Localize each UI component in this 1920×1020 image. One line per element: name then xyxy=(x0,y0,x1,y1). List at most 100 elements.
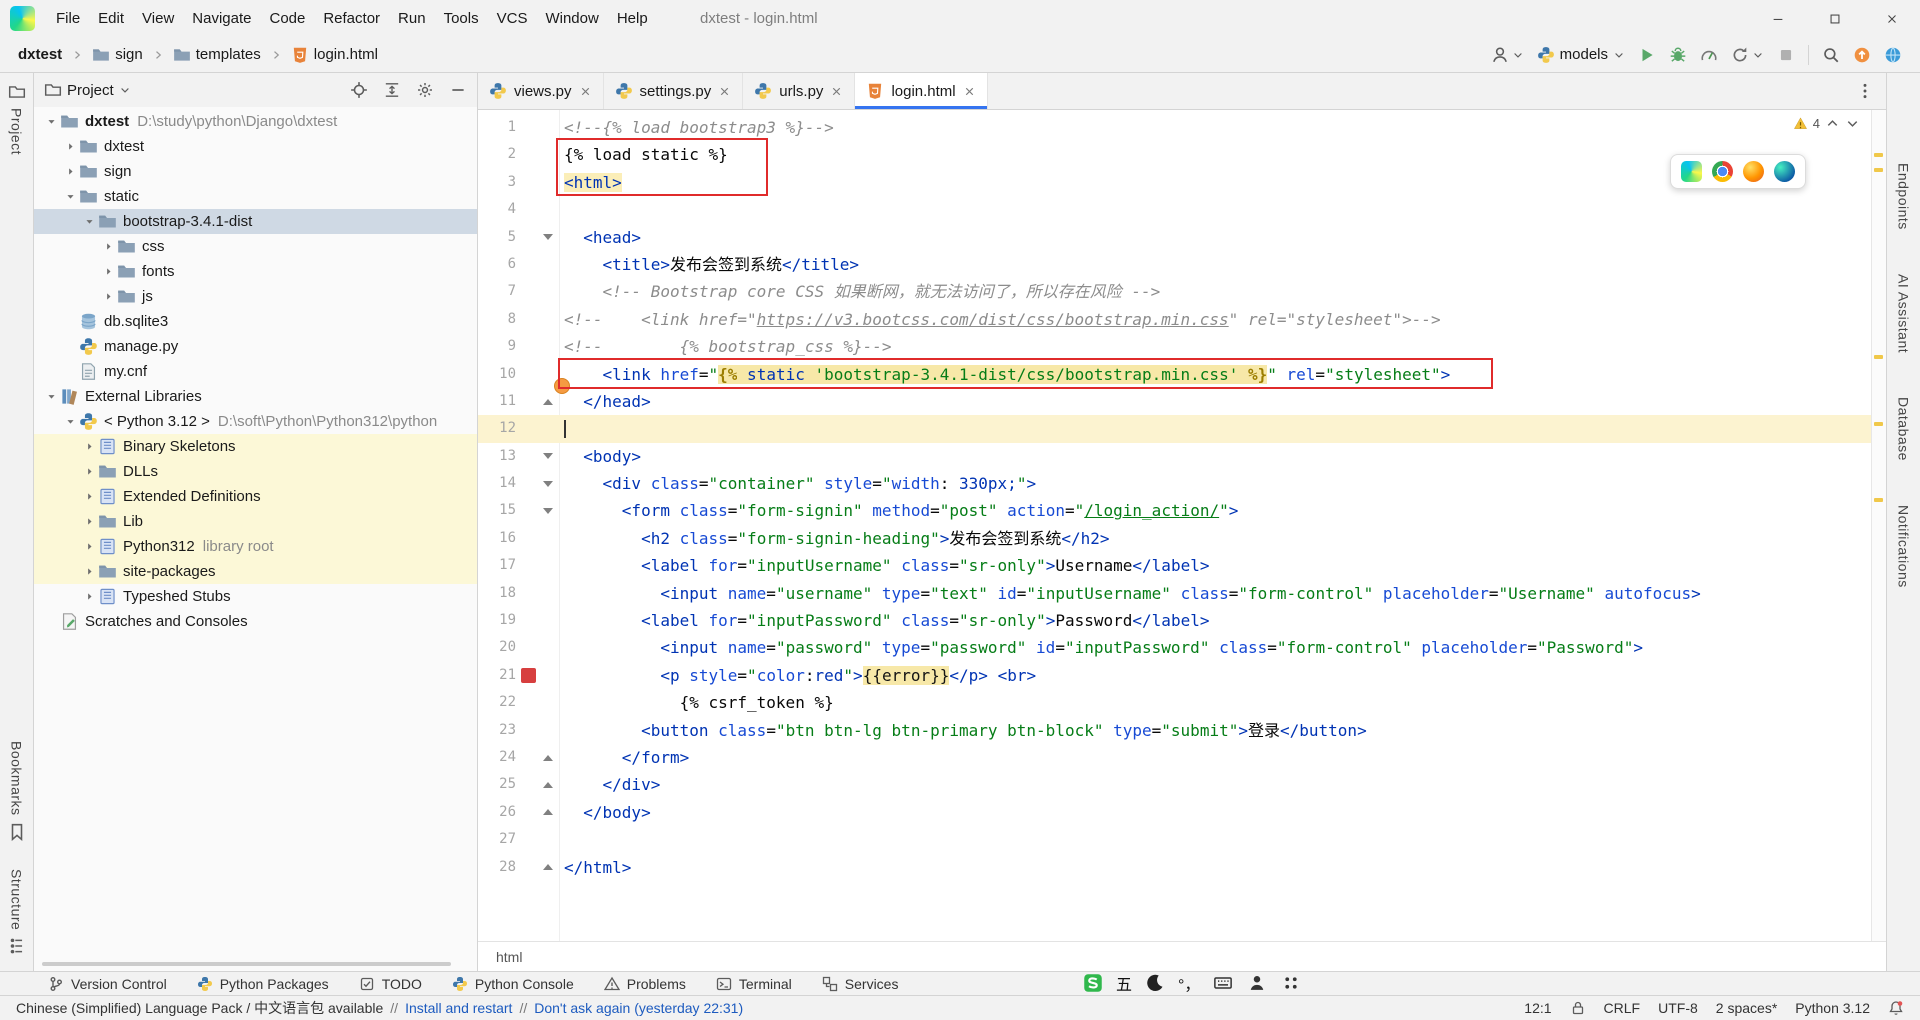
tree-item-dxtest[interactable]: dxtest xyxy=(34,134,477,159)
close-button[interactable] xyxy=(1863,0,1920,37)
code-text[interactable]: <head> xyxy=(558,224,641,251)
fold-up-icon[interactable] xyxy=(543,864,553,871)
chevron-collapsed-icon[interactable] xyxy=(99,291,117,302)
toolwindow-problems[interactable]: Problems xyxy=(603,976,686,992)
caret-position[interactable]: 12:1 xyxy=(1524,1000,1551,1016)
chrome-icon[interactable] xyxy=(1712,161,1733,182)
tree-item-my-cnf[interactable]: my.cnf xyxy=(34,359,477,384)
code-line[interactable]: 19 <label for="inputPassword" class="sr-… xyxy=(478,607,1886,634)
tool-stripe-endpoints[interactable]: Endpoints xyxy=(1896,163,1912,230)
chevron-collapsed-icon[interactable] xyxy=(80,516,98,527)
chevron-expanded-icon[interactable] xyxy=(42,116,60,127)
code-line[interactable]: 14 <div class="container" style="width: … xyxy=(478,470,1886,497)
code-line[interactable]: 26 </body> xyxy=(478,799,1886,826)
rerun-dropdown-button[interactable] xyxy=(1731,46,1764,64)
menu-edit[interactable]: Edit xyxy=(89,0,133,37)
tab-urls-py[interactable]: urls.py xyxy=(743,73,856,109)
edge-icon[interactable] xyxy=(1774,161,1795,182)
code-line[interactable]: 11 </head> xyxy=(478,388,1886,415)
toolwindow-python-packages[interactable]: Python Packages xyxy=(197,976,329,992)
search-everywhere-button[interactable] xyxy=(1822,46,1840,64)
tree-item-dxtest[interactable]: dxtest D:\study\python\Django\dxtest xyxy=(34,109,477,134)
code-line[interactable]: 25 </div> xyxy=(478,771,1886,798)
tree-item-sign[interactable]: sign xyxy=(34,159,477,184)
close-icon[interactable] xyxy=(830,85,843,98)
chevron-collapsed-icon[interactable] xyxy=(80,591,98,602)
tree-item-python312[interactable]: Python312 library root xyxy=(34,534,477,559)
chevron-expanded-icon[interactable] xyxy=(61,191,79,202)
sogou-icon[interactable] xyxy=(1082,972,1104,994)
code-text[interactable]: </form> xyxy=(558,744,689,771)
chevron-collapsed-icon[interactable] xyxy=(80,466,98,477)
code-line[interactable]: 21 <p style="color:red">{{error}}</p> <b… xyxy=(478,662,1886,689)
code-text[interactable]: <html> xyxy=(558,169,622,196)
read-only-lock-icon[interactable] xyxy=(1570,1000,1586,1016)
code-line[interactable]: 7 <!-- Bootstrap core CSS 如果断网，就无法访问了，所以… xyxy=(478,278,1886,305)
code-line[interactable]: 27 xyxy=(478,826,1886,853)
line-ending[interactable]: CRLF xyxy=(1604,1000,1641,1016)
tree-item-manage-py[interactable]: manage.py xyxy=(34,334,477,359)
toolwindow-python-console[interactable]: Python Console xyxy=(452,976,574,992)
code-line[interactable]: 6 <title>发布会签到系统</title> xyxy=(478,251,1886,278)
code-text[interactable]: <!-- <link href="https://v3.bootcss.com/… xyxy=(558,306,1441,333)
chevron-collapsed-icon[interactable] xyxy=(61,141,79,152)
run-button[interactable] xyxy=(1638,46,1656,64)
menu-view[interactable]: View xyxy=(133,0,183,37)
code-line[interactable]: 13 <body> xyxy=(478,443,1886,470)
tab-login-html[interactable]: login.html xyxy=(855,73,988,109)
maximize-button[interactable] xyxy=(1806,0,1863,37)
tree-item-static[interactable]: static xyxy=(34,184,477,209)
code-line[interactable]: 9 <!-- {% bootstrap_css %}--> xyxy=(478,333,1886,360)
code-line[interactable]: 16 <h2 class="form-signin-heading">发布会签到… xyxy=(478,525,1886,552)
code-line[interactable]: 10 <link href="{% static 'bootstrap-3.4.… xyxy=(478,361,1886,388)
tree-item-dlls[interactable]: DLLs xyxy=(34,459,477,484)
voice-icon[interactable] xyxy=(1246,972,1268,994)
code-text[interactable] xyxy=(558,415,564,442)
warning-stripe-mark[interactable] xyxy=(1874,153,1883,157)
code-text[interactable]: <div class="container" style="width: 330… xyxy=(558,470,1037,497)
code-text[interactable]: <label for="inputPassword" class="sr-onl… xyxy=(558,607,1209,634)
code-line[interactable]: 28 </html> xyxy=(478,854,1886,881)
tree-item-extended-definitions[interactable]: Extended Definitions xyxy=(34,484,477,509)
code-line[interactable]: 24 </form> xyxy=(478,744,1886,771)
code-text[interactable]: {% csrf_token %} xyxy=(558,689,834,716)
fold-up-icon[interactable] xyxy=(543,754,553,761)
inspections-widget[interactable]: 4 xyxy=(1793,116,1860,131)
fold-down-icon[interactable] xyxy=(543,508,553,515)
warning-stripe-mark[interactable] xyxy=(1874,498,1883,502)
tree-item-db-sqlite3[interactable]: db.sqlite3 xyxy=(34,309,477,334)
fold-up-icon[interactable] xyxy=(543,809,553,816)
menu-refactor[interactable]: Refactor xyxy=(314,0,389,37)
code-text[interactable]: <title>发布会签到系统</title> xyxy=(558,251,860,278)
user-menu-button[interactable] xyxy=(1491,46,1524,64)
menu-run[interactable]: Run xyxy=(389,0,435,37)
tree-item-scratches-and-consoles[interactable]: Scratches and Consoles xyxy=(34,609,477,634)
code-line[interactable]: 23 <button class="btn btn-lg btn-primary… xyxy=(478,717,1886,744)
code-text[interactable]: </head> xyxy=(558,388,650,415)
code-line[interactable]: 18 <input name="username" type="text" id… xyxy=(478,580,1886,607)
tree-item-fonts[interactable]: fonts xyxy=(34,259,477,284)
collapse-all-icon[interactable] xyxy=(383,81,401,99)
error-stripe[interactable] xyxy=(1871,110,1886,941)
fold-down-icon[interactable] xyxy=(543,234,553,241)
tool-stripe-structure[interactable]: Structure xyxy=(8,869,26,955)
grid-icon[interactable] xyxy=(1280,972,1302,994)
menu-window[interactable]: Window xyxy=(536,0,607,37)
code-text[interactable] xyxy=(558,196,564,223)
chevron-collapsed-icon[interactable] xyxy=(80,541,98,552)
code-text[interactable]: <link href="{% static 'bootstrap-3.4.1-d… xyxy=(558,361,1450,388)
code-text[interactable]: </body> xyxy=(558,799,650,826)
code-line[interactable]: 15 <form class="form-signin" method="pos… xyxy=(478,497,1886,524)
chevron-collapsed-icon[interactable] xyxy=(99,266,117,277)
hide-panel-icon[interactable] xyxy=(449,81,467,99)
code-line[interactable]: 20 <input name="password" type="password… xyxy=(478,634,1886,661)
toolwindow-services[interactable]: Services xyxy=(822,976,898,992)
chevron-collapsed-icon[interactable] xyxy=(80,491,98,502)
tree-item-css[interactable]: css xyxy=(34,234,477,259)
menu-vcs[interactable]: VCS xyxy=(488,0,537,37)
close-icon[interactable] xyxy=(963,85,976,98)
fold-up-icon[interactable] xyxy=(543,398,553,405)
stop-button[interactable] xyxy=(1777,46,1795,64)
firefox-icon[interactable] xyxy=(1743,161,1764,182)
horizontal-scrollbar[interactable] xyxy=(42,962,451,966)
